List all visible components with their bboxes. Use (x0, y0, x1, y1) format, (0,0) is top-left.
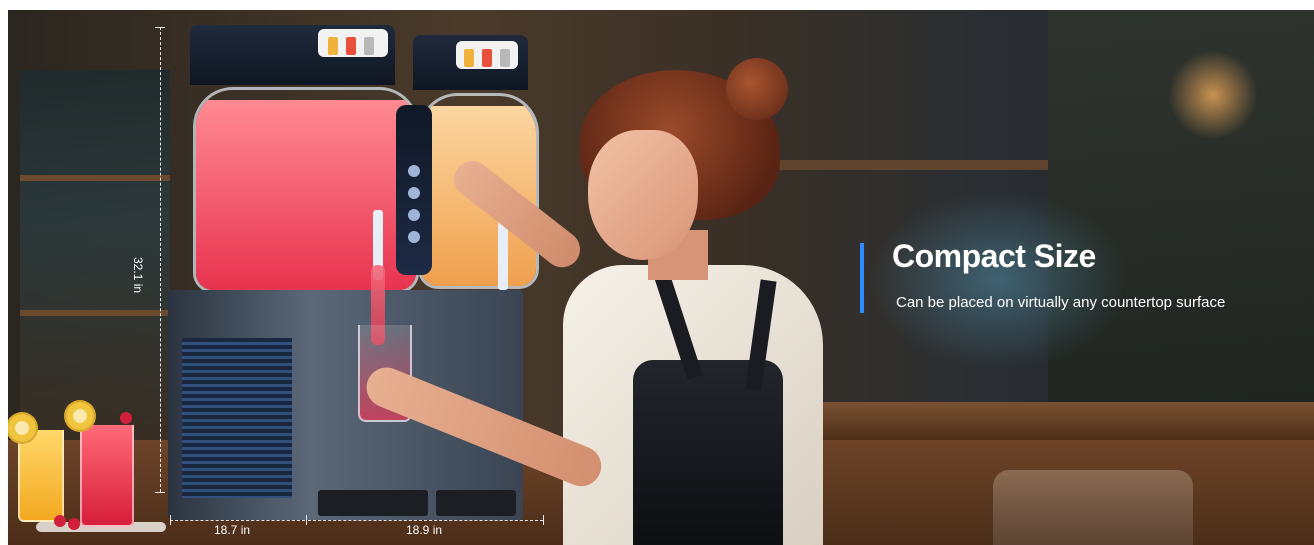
dimension-tick (155, 492, 165, 493)
product-photo: 32.1 in 18.7 in 18.9 in Compact Size Can… (8, 10, 1314, 545)
depth-dimension-line (308, 520, 543, 522)
feature-subtitle: Can be placed on virtually any counterto… (896, 294, 1226, 311)
strawberry (68, 518, 80, 530)
height-label: 32.1 in (131, 257, 145, 294)
dimension-tick (170, 515, 171, 525)
drink-icon (464, 49, 474, 67)
bartender (348, 58, 828, 545)
red-drink-glass (80, 425, 134, 527)
width-label: 18.7 in (214, 523, 251, 537)
left-flavor-panel (318, 29, 388, 57)
glass-icon (364, 37, 374, 55)
shelf-board (20, 310, 170, 316)
hair-bun (726, 58, 788, 120)
strawberry (54, 515, 66, 527)
glass-icon (500, 49, 510, 67)
cocktail-icon (346, 37, 356, 55)
width-dimension-line (170, 520, 305, 522)
depth-label: 18.9 in (406, 523, 443, 537)
strawberry (120, 412, 132, 424)
dimension-tick (155, 27, 165, 28)
back-counter (788, 402, 1314, 442)
pendant-lamp-glow (1168, 50, 1258, 140)
raised-arm (446, 153, 588, 275)
dimension-tick (543, 515, 544, 525)
shelf-board (20, 175, 170, 181)
cooling-vent (182, 338, 292, 498)
chair-back (993, 470, 1193, 545)
right-flavor-panel (456, 41, 518, 69)
lemon-slice (64, 400, 96, 432)
dimension-tick (306, 515, 307, 525)
accent-bar (860, 243, 864, 313)
face (588, 130, 698, 260)
height-dimension-line (160, 27, 162, 492)
orange-drink-glass (18, 430, 64, 522)
drink-icon (328, 37, 338, 55)
feature-title: Compact Size (892, 238, 1096, 274)
background-shelves (20, 70, 170, 450)
window-glow (868, 190, 1128, 370)
cocktail-icon (482, 49, 492, 67)
